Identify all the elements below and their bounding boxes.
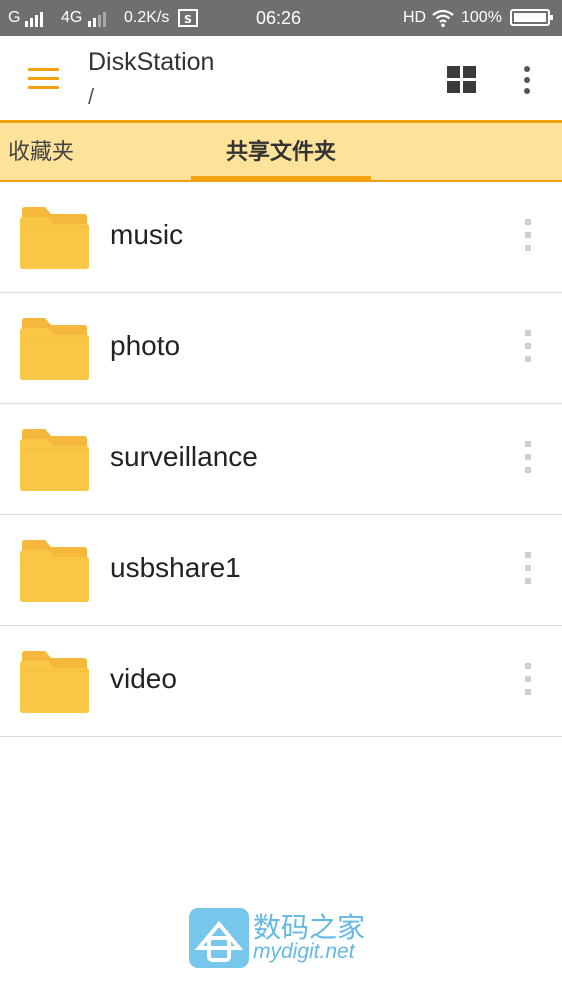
folder-icon (20, 429, 89, 491)
network-label: 4G (61, 9, 83, 26)
wifi-icon (431, 8, 455, 33)
more-options-icon[interactable] (521, 330, 535, 366)
more-options-icon[interactable] (521, 663, 535, 699)
menu-icon[interactable] (28, 68, 59, 90)
grid-view-icon[interactable] (447, 66, 477, 94)
folder-name: photo (110, 330, 181, 361)
more-options-icon[interactable] (521, 552, 535, 588)
battery-icon (510, 9, 553, 26)
watermark-logo-icon (189, 908, 249, 968)
folder-icon (20, 540, 89, 602)
folder-name: music (110, 219, 184, 250)
battery-percent: 100% (461, 9, 502, 26)
folder-name: video (110, 663, 177, 694)
folder-list: music photo surveillance usbshare1 video (0, 182, 562, 737)
tab-shared-folders[interactable]: 共享文件夹 (191, 123, 371, 182)
list-item[interactable]: usbshare1 (0, 515, 562, 626)
tab-favorites[interactable]: 收藏夹 (8, 123, 74, 180)
tab-shared-folders-label: 共享文件夹 (225, 139, 336, 164)
more-options-icon[interactable] (521, 441, 535, 477)
list-item[interactable]: surveillance (0, 404, 562, 515)
speed-label: 0.2K/s (124, 9, 170, 26)
svg-text:S: S (184, 13, 192, 26)
list-item[interactable]: photo (0, 293, 562, 404)
signal-icon-2 (85, 9, 108, 27)
list-item[interactable]: video (0, 626, 562, 737)
folder-icon (20, 318, 89, 380)
app-bar: DiskStation / (0, 36, 562, 120)
data-saver-icon: S (178, 9, 198, 32)
tab-bar: 收藏夹 共享文件夹 (0, 120, 562, 182)
folder-icon (20, 207, 89, 269)
status-bar: G 4G 0.2K/s S 06:26 HD 100% (0, 0, 562, 36)
carrier-label: G (8, 9, 21, 26)
folder-icon (20, 651, 89, 713)
folder-name: surveillance (110, 441, 258, 472)
signal-icon (22, 9, 45, 27)
watermark: 数码之家 mydigit.net (189, 906, 379, 970)
watermark-en: mydigit.net (253, 940, 355, 963)
clock: 06:26 (256, 8, 302, 28)
more-vert-icon[interactable] (517, 66, 537, 96)
list-item[interactable]: music (0, 182, 562, 293)
more-options-icon[interactable] (521, 219, 535, 255)
page-title: DiskStation (88, 48, 215, 76)
folder-name: usbshare1 (110, 552, 241, 583)
hd-label: HD (403, 9, 427, 26)
breadcrumb: / (88, 84, 95, 109)
